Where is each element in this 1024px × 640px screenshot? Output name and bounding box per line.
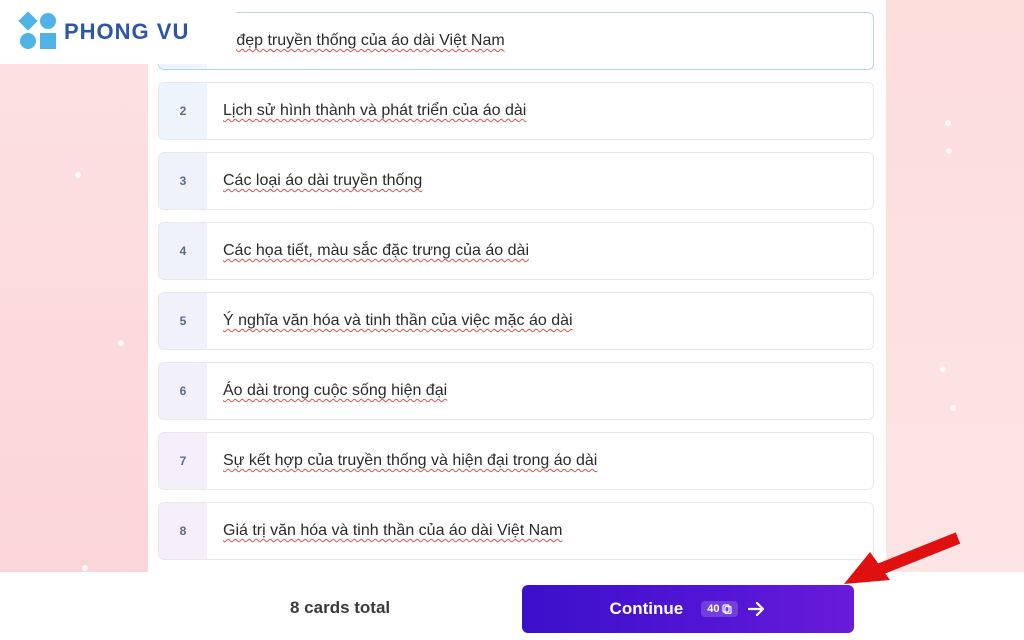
card-number: 8 bbox=[159, 503, 207, 559]
card-title[interactable]: Ý nghĩa văn hóa và tinh thần của việc mặ… bbox=[207, 312, 573, 330]
background-left bbox=[0, 0, 150, 640]
arrow-right-icon bbox=[748, 601, 765, 617]
sparkle bbox=[950, 405, 956, 411]
sparkle bbox=[940, 366, 946, 372]
logo-text: PHONG VU bbox=[64, 19, 190, 44]
card-number: 6 bbox=[159, 363, 207, 419]
card-title[interactable]: ẻ đẹp truyền thống của áo dài Việt Nam bbox=[207, 32, 505, 50]
outline-card[interactable]: 2 Lịch sử hình thành và phát triển của á… bbox=[158, 82, 874, 140]
sparkle bbox=[82, 565, 88, 571]
credit-count: 40 bbox=[707, 603, 720, 615]
card-number: 5 bbox=[159, 293, 207, 349]
card-title[interactable]: Áo dài trong cuộc sống hiện đại bbox=[207, 382, 447, 400]
card-number: 2 bbox=[159, 83, 207, 139]
cards-total-label: 8 cards total bbox=[290, 598, 391, 617]
card-number: 7 bbox=[159, 433, 207, 489]
outline-card[interactable]: 6 Áo dài trong cuộc sống hiện đại bbox=[158, 362, 874, 420]
outline-card[interactable]: ẻ đẹp truyền thống của áo dài Việt Nam bbox=[158, 12, 874, 70]
credit-badge: 40 bbox=[701, 601, 739, 617]
card-number: 4 bbox=[159, 223, 207, 279]
card-title[interactable]: Lịch sử hình thành và phát triển của áo … bbox=[207, 102, 526, 120]
continue-label: Continue bbox=[609, 599, 684, 618]
sparkle bbox=[946, 148, 952, 154]
credits-icon bbox=[722, 604, 733, 614]
sparkle bbox=[945, 120, 951, 126]
card-number: 3 bbox=[159, 153, 207, 209]
sparkle bbox=[75, 172, 81, 178]
card-title[interactable]: Các loại áo dài truyền thống bbox=[207, 172, 422, 190]
red-arrow-annotation bbox=[844, 532, 961, 584]
logo-mark-icon bbox=[18, 11, 58, 51]
outline-card[interactable]: 7 Sự kết hợp của truyền thống và hiện đạ… bbox=[158, 432, 874, 490]
outline-card[interactable]: 4 Các họa tiết, màu sắc đặc trưng của áo… bbox=[158, 222, 874, 280]
card-title[interactable]: Giá trị văn hóa và tinh thần của áo dài … bbox=[207, 522, 562, 540]
phong-vu-logo: PHONG VU bbox=[0, 0, 236, 64]
outline-card[interactable]: 3 Các loại áo dài truyền thống bbox=[158, 152, 874, 210]
continue-button[interactable]: Continue 40 bbox=[522, 585, 854, 633]
card-title[interactable]: Các họa tiết, màu sắc đặc trưng của áo d… bbox=[207, 242, 529, 260]
outline-card[interactable]: 5 Ý nghĩa văn hóa và tinh thần của việc … bbox=[158, 292, 874, 350]
sparkle bbox=[118, 340, 124, 346]
outline-card[interactable]: 8 Giá trị văn hóa và tinh thần của áo dà… bbox=[158, 502, 874, 560]
card-title[interactable]: Sự kết hợp của truyền thống và hiện đại … bbox=[207, 452, 597, 470]
